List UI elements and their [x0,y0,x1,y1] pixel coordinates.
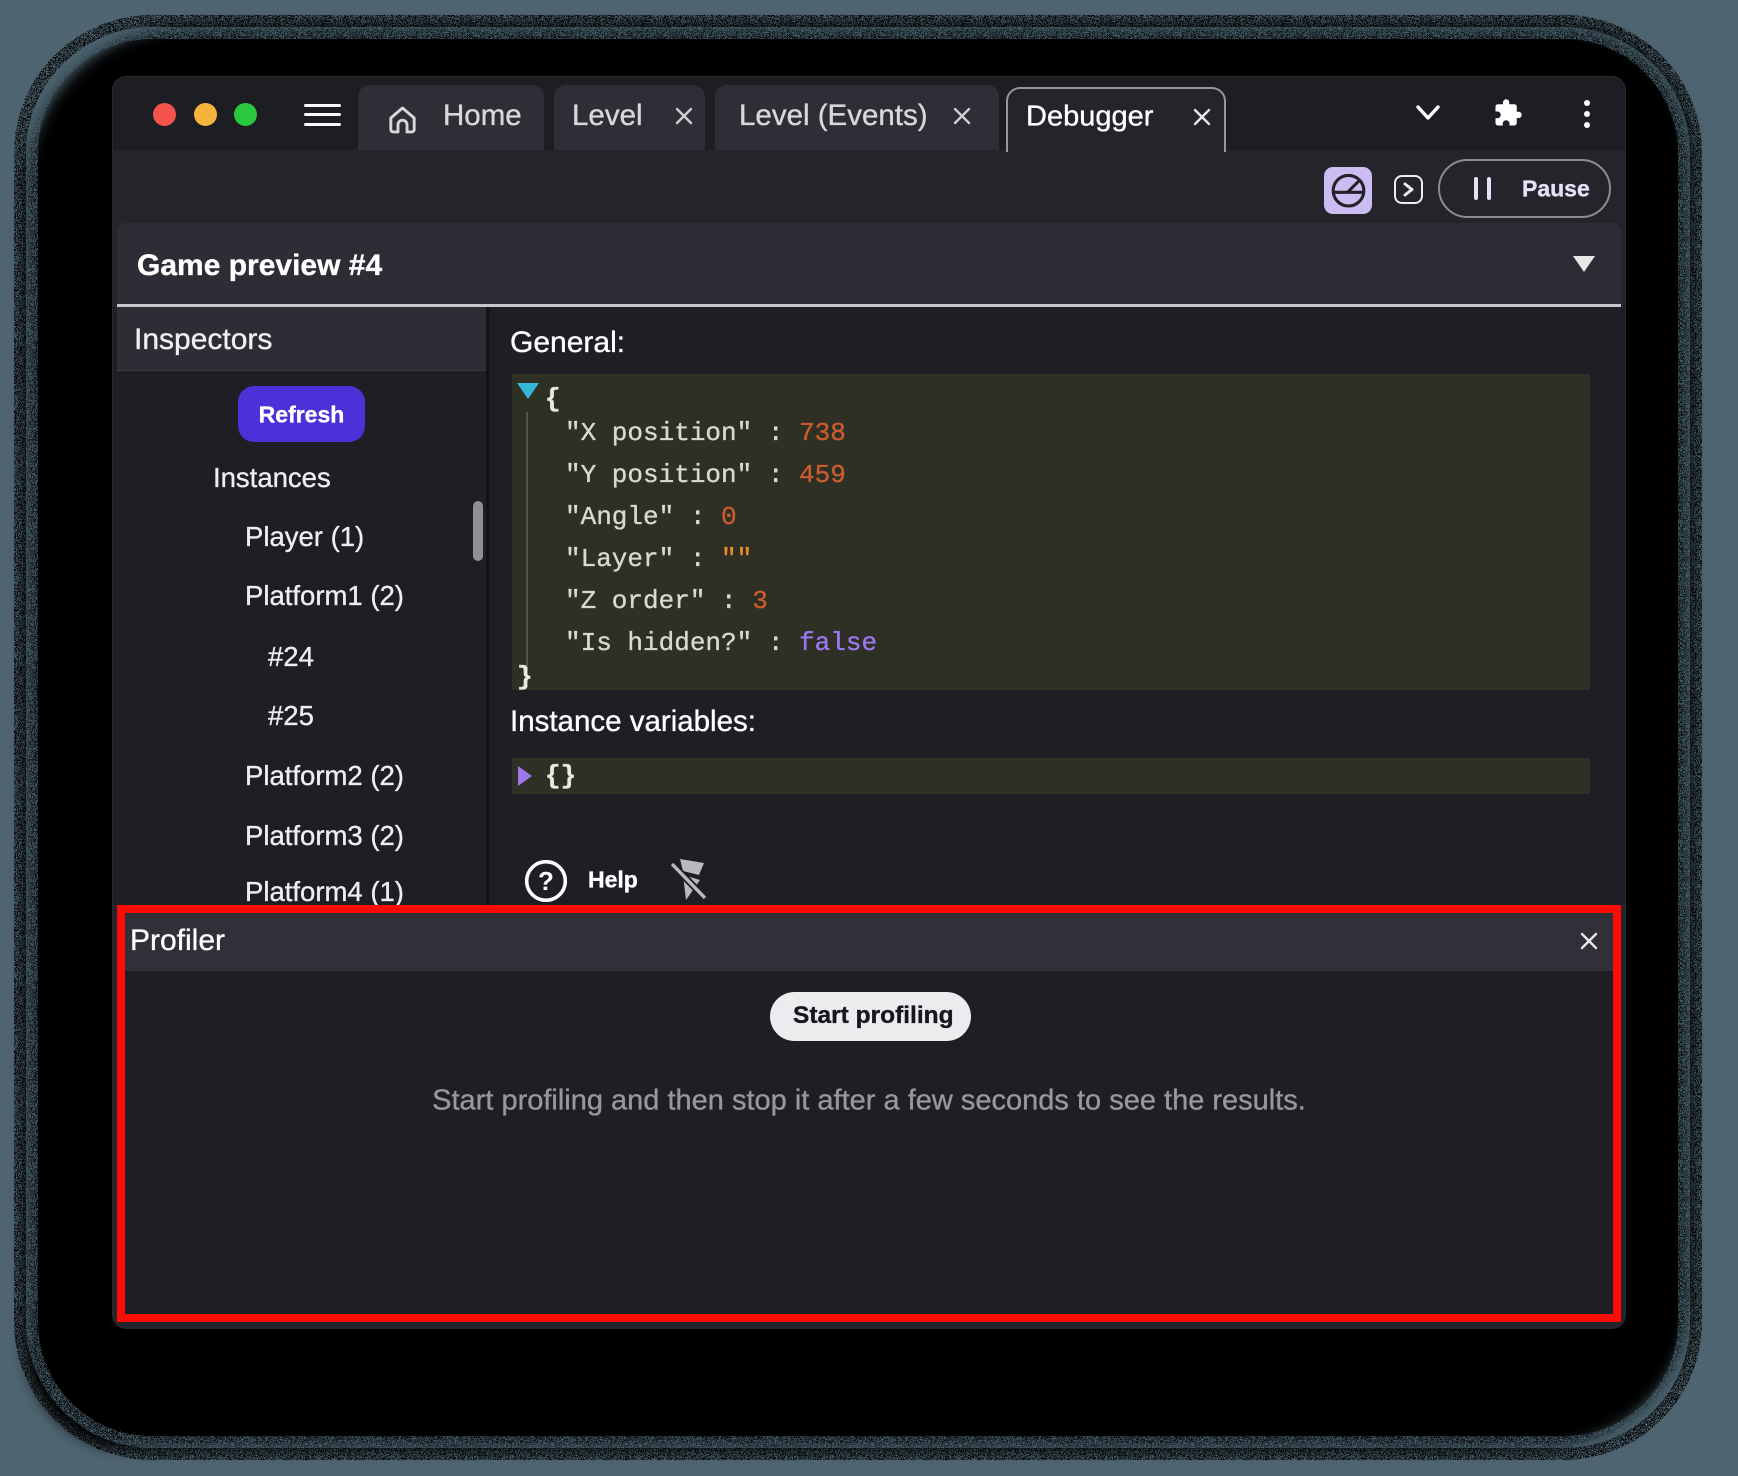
svg-text:?: ? [538,866,554,896]
